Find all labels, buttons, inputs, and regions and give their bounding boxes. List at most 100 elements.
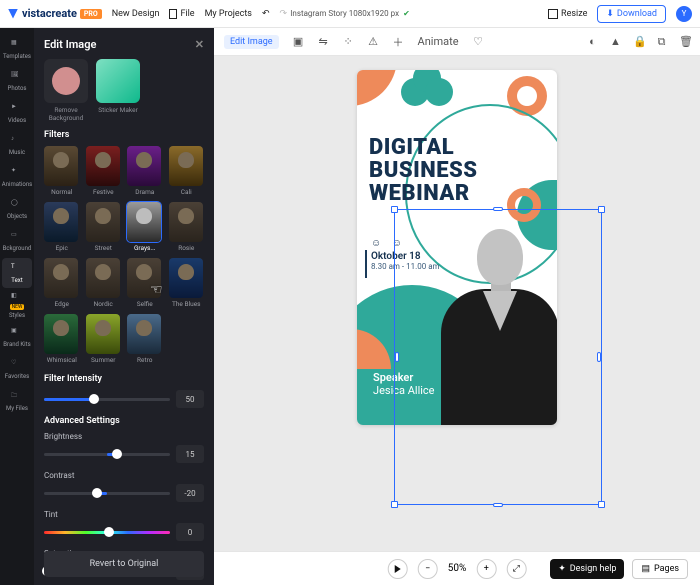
heart-icon[interactable]: ♡ (473, 35, 484, 48)
animate-button[interactable]: Animate (418, 35, 459, 48)
fit-button[interactable]: ⤢ (506, 559, 526, 579)
filter-normal[interactable]: Normal (44, 146, 80, 196)
heart-icon: ♡ (11, 359, 23, 371)
headline-text[interactable]: DIGITAL BUSINESS WEBINAR (369, 136, 478, 205)
warning-icon[interactable]: ⚠ (368, 35, 379, 48)
brand-logo[interactable]: vistacreate PRO (8, 7, 102, 20)
effects-icon[interactable]: ⁘ (343, 35, 354, 48)
play-button[interactable] (388, 559, 408, 579)
filter-selfie[interactable]: Selfie (127, 258, 163, 308)
new-design-menu[interactable]: New Design (112, 9, 160, 19)
filter-nordic[interactable]: Nordic (86, 258, 122, 308)
rail-my-files[interactable]: 🗀My Files (2, 386, 32, 416)
resize-button[interactable]: Resize (548, 9, 587, 19)
selection-box[interactable] (394, 209, 602, 505)
add-icon[interactable]: ＋ (393, 34, 404, 50)
remove-background-option[interactable]: Remove Background (44, 59, 88, 122)
pages-button[interactable]: ▤Pages (632, 559, 688, 579)
filter-retro[interactable]: Retro (127, 314, 163, 364)
redo-button[interactable]: ↷ (279, 9, 287, 19)
edit-image-panel: Edit Image ✕ Remove Background Sticker M… (34, 28, 214, 585)
file-menu[interactable]: File (169, 9, 194, 19)
layer-icon[interactable]: ▲ (610, 35, 621, 49)
filter-drama[interactable]: Drama (127, 146, 163, 196)
rail-text[interactable]: TText (2, 258, 32, 288)
rail-objects[interactable]: ◯Objects (2, 194, 32, 224)
rail-templates[interactable]: ▦Templates (2, 34, 32, 64)
rail-styles[interactable]: ◧NEWStyles (2, 290, 32, 320)
my-projects-link[interactable]: My Projects (205, 9, 252, 19)
new-badge: NEW (10, 304, 25, 310)
tint-slider[interactable]: 0 (44, 523, 204, 541)
rail-background[interactable]: ▭Bckground (2, 226, 32, 256)
videos-icon: ► (11, 103, 23, 115)
close-panel-button[interactable]: ✕ (195, 38, 204, 51)
rail-animations[interactable]: ✦Animations (2, 162, 32, 192)
opacity-icon[interactable]: ◐ (587, 35, 598, 49)
intensity-heading: Filter Intensity (44, 374, 204, 384)
resize-icon (548, 9, 558, 19)
file-icon (169, 9, 177, 19)
play-icon (395, 565, 401, 573)
crop-icon[interactable]: ▣ (293, 35, 304, 48)
filter-whimsical[interactable]: Whimsical (44, 314, 80, 364)
design-help-button[interactable]: ✦Design help (550, 559, 624, 579)
logo-icon (8, 9, 18, 19)
lock-icon[interactable]: 🔒 (633, 35, 644, 49)
brightness-slider[interactable]: 15 (44, 445, 204, 463)
edit-image-chip[interactable]: Edit Image (224, 35, 279, 49)
undo-button[interactable]: ↶ (262, 9, 270, 19)
filter-street[interactable]: Street (86, 202, 122, 252)
filters-grid: Normal Festive Drama Cali Epic Street Gr… (44, 146, 204, 364)
sparkle-icon: ✦ (558, 564, 566, 574)
background-icon: ▭ (11, 231, 23, 243)
intensity-slider[interactable]: 50 (44, 390, 204, 408)
zoom-in-button[interactable]: + (476, 559, 496, 579)
document-title[interactable]: Instagram Story 1080x1920 px ✔ (290, 9, 410, 18)
duplicate-icon[interactable]: ⧉ (656, 35, 667, 49)
filter-rosie[interactable]: Rosie (169, 202, 205, 252)
music-icon: ♪ (11, 135, 23, 147)
brandkit-icon: ▣ (11, 327, 23, 339)
zoom-out-button[interactable]: − (418, 559, 438, 579)
text-icon: T (11, 263, 23, 275)
panel-title-row: Edit Image ✕ (44, 38, 204, 51)
photos-icon: 🖼 (11, 71, 23, 83)
filters-heading: Filters (44, 130, 204, 140)
styles-icon: ◧ (11, 292, 23, 304)
flip-icon[interactable]: ⇋ (318, 35, 329, 48)
context-toolbar: Edit Image ▣ ⇋ ⁘ ⚠ ＋ Animate ♡ ◐ ▲ 🔒 ⧉ 🗑 (214, 28, 700, 56)
zoom-value: 50% (448, 563, 467, 574)
sticker-maker-option[interactable]: Sticker Maker (96, 59, 140, 122)
filter-the-blues[interactable]: The Blues (169, 258, 205, 308)
revert-button[interactable]: Revert to Original (44, 551, 204, 577)
filter-edge[interactable]: Edge (44, 258, 80, 308)
canvas-area[interactable]: DIGITAL BUSINESS WEBINAR ☺ ☺ Oktober 18 … (214, 56, 700, 551)
download-button[interactable]: ⬇Download (597, 5, 666, 23)
contrast-slider[interactable]: -20 (44, 484, 204, 502)
pro-badge: PRO (80, 9, 102, 19)
rail-photos[interactable]: 🖼Photos (2, 66, 32, 96)
rail-music[interactable]: ♪Music (2, 130, 32, 160)
download-icon: ⬇ (606, 9, 614, 19)
topbar: vistacreate PRO New Design File My Proje… (0, 0, 700, 28)
rail-favorites[interactable]: ♡Favorites (2, 354, 32, 384)
filter-grayscale[interactable]: Grays... (127, 202, 163, 252)
filter-cali[interactable]: Cali (169, 146, 205, 196)
templates-icon: ▦ (11, 39, 23, 51)
animations-icon: ✦ (11, 167, 23, 179)
filter-summer[interactable]: Summer (86, 314, 122, 364)
user-avatar[interactable]: Y (676, 6, 692, 22)
brightness-label: Brightness (44, 432, 204, 441)
filter-epic[interactable]: Epic (44, 202, 80, 252)
pages-icon: ▤ (641, 564, 650, 574)
delete-icon[interactable]: 🗑 (679, 35, 690, 49)
folder-icon: 🗀 (11, 391, 23, 403)
rail-brand-kits[interactable]: ▣Brand Kits (2, 322, 32, 352)
panel-title: Edit Image (44, 38, 96, 51)
filter-festive[interactable]: Festive (86, 146, 122, 196)
saved-icon: ✔ (403, 9, 410, 18)
intensity-value: 50 (176, 390, 204, 408)
rail-videos[interactable]: ►Videos (2, 98, 32, 128)
tint-label: Tint (44, 510, 204, 519)
